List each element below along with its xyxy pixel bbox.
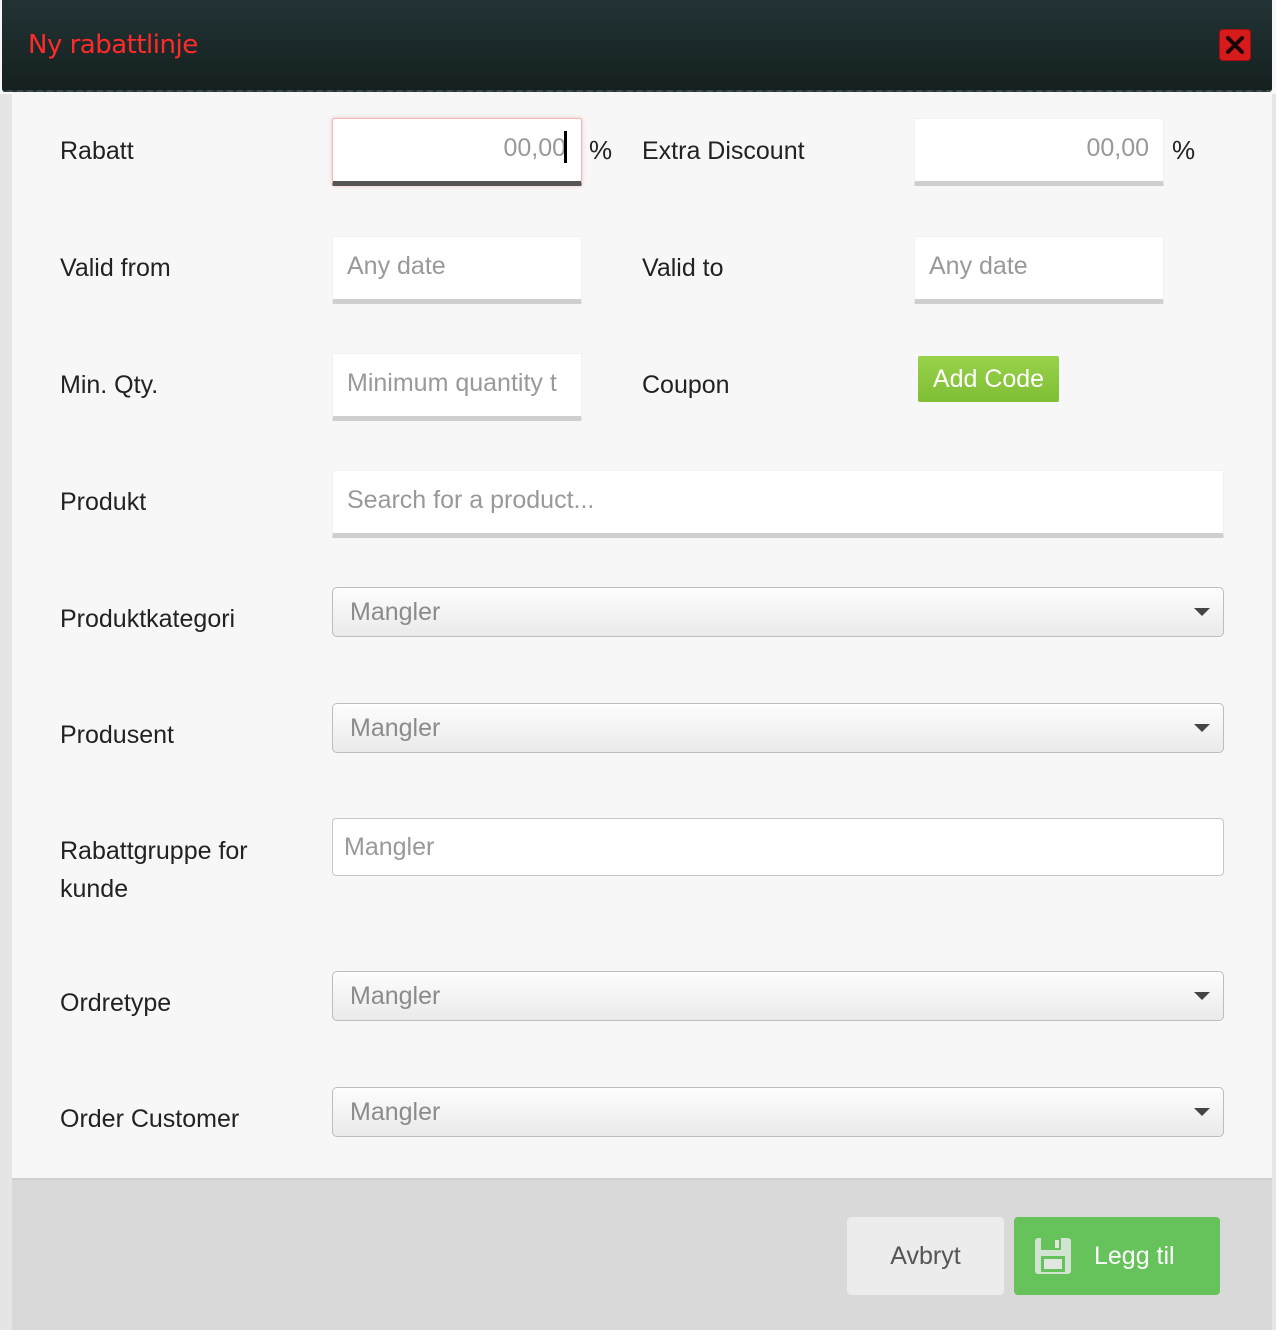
text-caret <box>564 131 567 164</box>
rabatt-input[interactable]: 00,00 <box>332 118 582 186</box>
produsent-value: Mangler <box>350 714 441 742</box>
dialog-titlebar: Ny rabattlinje <box>2 0 1272 92</box>
rabattgruppe-input[interactable]: Mangler <box>332 818 1224 876</box>
add-button[interactable]: Legg til <box>1014 1217 1220 1295</box>
produktkategori-select[interactable]: Mangler <box>332 587 1224 637</box>
produsent-select[interactable]: Mangler <box>332 703 1224 753</box>
dialog-left-edge <box>0 94 12 1330</box>
min-qty-label: Min. Qty. <box>60 371 159 399</box>
add-button-label: Legg til <box>1094 1242 1175 1270</box>
chevron-down-icon <box>1194 724 1210 732</box>
save-icon <box>1035 1238 1071 1274</box>
ordretype-select[interactable]: Mangler <box>332 971 1224 1021</box>
order-customer-label: Order Customer <box>60 1105 240 1133</box>
close-button[interactable] <box>1219 29 1251 61</box>
product-search-input[interactable]: Search for a product... <box>332 470 1224 538</box>
ordretype-value: Mangler <box>350 982 441 1010</box>
valid-to-label: Valid to <box>642 254 724 282</box>
coupon-label: Coupon <box>642 371 730 399</box>
chevron-down-icon <box>1194 992 1210 1000</box>
extra-discount-input[interactable]: 00,00 <box>914 118 1164 186</box>
extra-discount-label: Extra Discount <box>642 137 805 165</box>
cancel-button[interactable]: Avbryt <box>847 1217 1004 1295</box>
product-search-placeholder: Search for a product... <box>347 486 595 514</box>
valid-to-placeholder: Any date <box>929 252 1028 280</box>
valid-from-placeholder: Any date <box>347 252 446 280</box>
min-qty-placeholder: Minimum quantity t <box>347 369 557 397</box>
discount-line-dialog: Ny rabattlinje Rabatt 00,00 % Extra Disc… <box>0 0 1276 1330</box>
min-qty-input[interactable]: Minimum quantity t <box>332 353 582 421</box>
valid-to-input[interactable]: Any date <box>914 236 1164 304</box>
rabatt-percent-unit: % <box>589 135 613 165</box>
valid-from-input[interactable]: Any date <box>332 236 582 304</box>
produktkategori-label: Produktkategori <box>60 605 236 633</box>
order-customer-value: Mangler <box>350 1098 441 1126</box>
produsent-label: Produsent <box>60 721 174 749</box>
extra-discount-value: 00,00 <box>1086 134 1149 162</box>
extra-discount-percent-unit: % <box>1172 135 1196 165</box>
add-code-button[interactable]: Add Code <box>918 356 1059 402</box>
chevron-down-icon <box>1194 608 1210 616</box>
produktkategori-value: Mangler <box>350 598 441 626</box>
rabatt-label: Rabatt <box>60 137 134 165</box>
chevron-down-icon <box>1194 1108 1210 1116</box>
dialog-right-edge <box>1272 94 1276 1330</box>
ordretype-label: Ordretype <box>60 989 172 1017</box>
rabattgruppe-label-line1: Rabattgruppe for <box>60 837 248 865</box>
dialog-title: Ny rabattlinje <box>28 30 198 60</box>
rabatt-value: 00,00 <box>503 134 566 162</box>
rabattgruppe-label-line2: kunde <box>60 875 129 903</box>
produkt-label: Produkt <box>60 488 147 516</box>
valid-from-label: Valid from <box>60 254 171 282</box>
order-customer-select[interactable]: Mangler <box>332 1087 1224 1137</box>
close-icon <box>1226 36 1244 54</box>
rabattgruppe-placeholder: Mangler <box>344 833 435 861</box>
